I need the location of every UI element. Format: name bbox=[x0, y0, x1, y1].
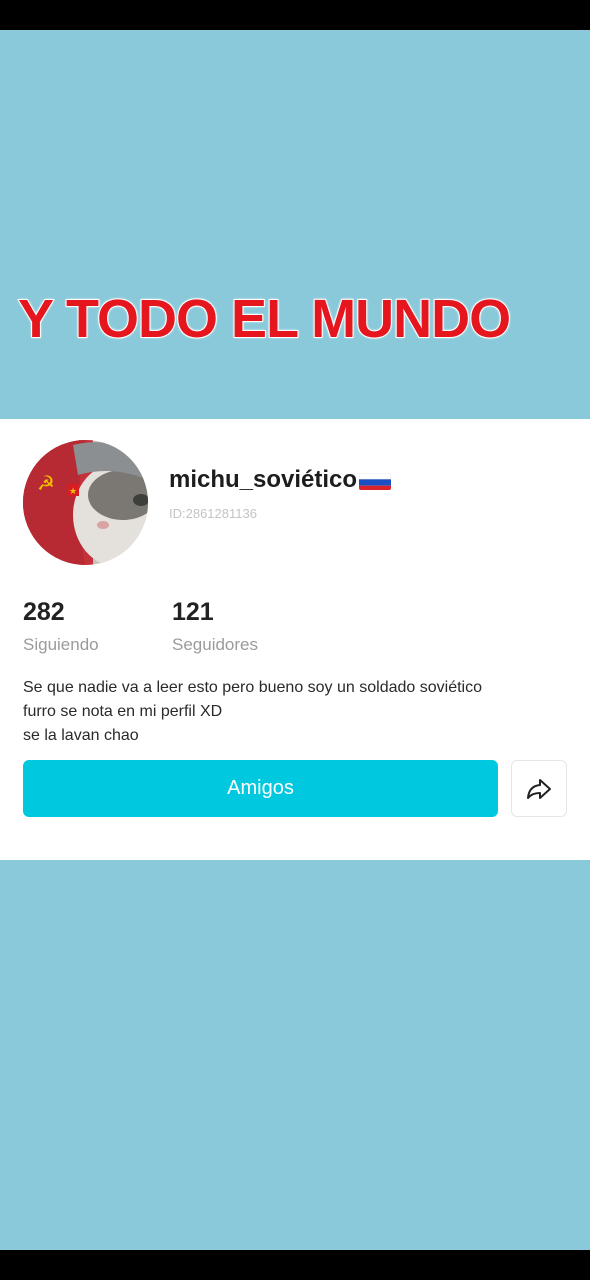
friends-button[interactable]: Amigos bbox=[23, 760, 498, 817]
bottom-letterbox bbox=[0, 1250, 590, 1280]
username-text: michu_soviético bbox=[169, 466, 358, 493]
user-id: ID:2861281136 bbox=[169, 506, 257, 521]
avatar[interactable]: ★ ☭ bbox=[23, 440, 148, 565]
avatar-image: ★ ☭ bbox=[23, 440, 148, 565]
svg-text:☭: ☭ bbox=[37, 471, 55, 495]
video-caption: Y TODO EL MUNDO bbox=[17, 288, 512, 350]
video-background-bottom bbox=[0, 860, 590, 1250]
following-count[interactable]: 282 bbox=[23, 598, 65, 627]
following-label[interactable]: Siguiendo bbox=[23, 635, 99, 655]
bio-line: se la lavan chao bbox=[23, 727, 139, 744]
bio-line: furro se nota en mi perfil XD bbox=[23, 703, 223, 720]
russia-flag-icon bbox=[359, 471, 392, 490]
top-letterbox bbox=[0, 0, 590, 30]
share-arrow-icon bbox=[527, 778, 551, 799]
username: michu_soviético bbox=[169, 466, 392, 494]
share-button[interactable] bbox=[511, 760, 567, 817]
followers-count[interactable]: 121 bbox=[172, 598, 214, 627]
followers-label[interactable]: Seguidores bbox=[172, 635, 258, 655]
video-background-top bbox=[0, 30, 590, 419]
bio: Se que nadie va a leer esto pero bueno s… bbox=[23, 676, 573, 748]
svg-text:★: ★ bbox=[69, 487, 77, 497]
bio-line: Se que nadie va a leer esto pero bueno s… bbox=[23, 679, 482, 696]
